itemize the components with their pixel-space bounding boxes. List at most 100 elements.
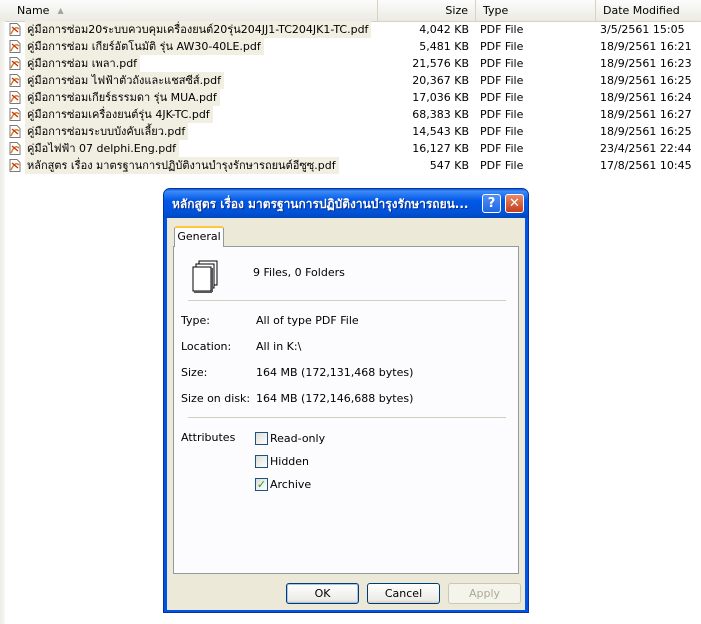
file-date: 18/9/2561 16:25 xyxy=(600,125,692,138)
selection-summary: 9 Files, 0 Folders xyxy=(253,266,345,279)
column-date-header[interactable]: Date Modified xyxy=(596,0,701,21)
pdf-file-icon xyxy=(9,159,21,172)
dialog-title-bar[interactable]: หลักสูตร เรื่อง มาตรฐานการปฏิบัติงานบำรุ… xyxy=(164,189,528,218)
pdf-file-icon xyxy=(9,57,21,70)
file-size: 14,543 KB xyxy=(412,125,469,138)
file-size: 16,127 KB xyxy=(412,142,469,155)
pdf-file-icon xyxy=(9,125,21,138)
tab-general[interactable]: General xyxy=(174,226,224,247)
file-name: หลักสูตร เรื่อง มาตรฐานการปฏิบัติงานบำรุ… xyxy=(25,157,339,174)
file-name: คู่มือการซ่อมระบบบังคับเลี้ยว.pdf xyxy=(25,123,189,140)
file-name: คู่มือการซ่อม ไฟฟ้าตัวถังและแชสซีส์.pdf xyxy=(25,72,224,89)
size-on-disk-value: 164 MB (172,146,688 bytes) xyxy=(256,392,414,405)
file-type: PDF File xyxy=(480,57,524,70)
column-header: Name ▲ Size Type Date Modified xyxy=(0,0,701,22)
size-on-disk-label: Size on disk: xyxy=(181,392,251,405)
file-name: คู่มือการซ่อม20ระบบควบคุมเครื่องยนต์20รุ… xyxy=(25,21,372,38)
read-only-label[interactable]: Read-only xyxy=(270,432,325,445)
file-type: PDF File xyxy=(480,108,524,121)
file-size: 17,036 KB xyxy=(412,91,469,104)
file-row[interactable]: คู่มือการซ่อมเครื่องยนต์รุ่น 4JK-TC.pdf 6… xyxy=(0,106,701,123)
dialog-title: หลักสูตร เรื่อง มาตรฐานการปฏิบัติงานบำรุ… xyxy=(172,197,469,211)
file-name-cell[interactable]: คู่มือการซ่อม เพลา.pdf xyxy=(9,55,141,72)
file-row[interactable]: คู่มือการซ่อมระบบบังคับเลี้ยว.pdf 14,543 … xyxy=(0,123,701,140)
file-row[interactable]: หลักสูตร เรื่อง มาตรฐานการปฏิบัติงานบำรุ… xyxy=(0,157,701,174)
pdf-file-icon xyxy=(9,74,21,87)
file-name: คู่มือการซ่อมเกียร์ธรรมดา รุ่น MUA.pdf xyxy=(25,89,220,106)
file-date: 18/9/2561 16:27 xyxy=(600,108,692,121)
help-button[interactable]: ? xyxy=(482,194,501,213)
location-label: Location: xyxy=(181,340,232,353)
file-size: 68,383 KB xyxy=(412,108,469,121)
type-value: All of type PDF File xyxy=(256,314,359,327)
size-label: Size: xyxy=(181,366,208,379)
file-size: 547 KB xyxy=(429,159,469,172)
pdf-file-icon xyxy=(9,40,21,53)
file-name-cell[interactable]: คู่มือการซ่อมเครื่องยนต์รุ่น 4JK-TC.pdf xyxy=(9,106,213,123)
properties-dialog: หลักสูตร เรื่อง มาตรฐานการปฏิบัติงานบำรุ… xyxy=(163,188,529,613)
close-button[interactable]: ✕ xyxy=(505,194,524,213)
file-row[interactable]: คู่มือการซ่อม เกียร์อัตโนมัติ รุ่น AW30-… xyxy=(0,38,701,55)
checkmark-icon: ✓ xyxy=(256,478,267,491)
file-type: PDF File xyxy=(480,74,524,87)
apply-button[interactable]: Apply xyxy=(448,583,521,604)
divider xyxy=(188,300,506,301)
file-name: คู่มือไฟฟ้า 07 delphi.Eng.pdf xyxy=(25,140,180,157)
file-name-cell[interactable]: คู่มือการซ่อม20ระบบควบคุมเครื่องยนต์20รุ… xyxy=(9,21,372,38)
file-name-cell[interactable]: หลักสูตร เรื่อง มาตรฐานการปฏิบัติงานบำรุ… xyxy=(9,157,339,174)
file-list: คู่มือการซ่อม20ระบบควบคุมเครื่องยนต์20รุ… xyxy=(0,21,701,174)
hidden-checkbox[interactable] xyxy=(255,455,268,468)
file-row[interactable]: คู่มือไฟฟ้า 07 delphi.Eng.pdf 16,127 KB PD… xyxy=(0,140,701,157)
file-size: 20,367 KB xyxy=(412,74,469,87)
file-date: 18/9/2561 16:25 xyxy=(600,74,692,87)
file-name-cell[interactable]: คู่มือการซ่อมระบบบังคับเลี้ยว.pdf xyxy=(9,123,189,140)
file-date: 3/5/2561 15:05 xyxy=(600,23,685,36)
column-type-header[interactable]: Type xyxy=(476,0,596,21)
general-panel: 9 Files, 0 Folders Type: All of type PDF… xyxy=(173,246,519,574)
location-value: All in K:\ xyxy=(256,340,302,353)
file-name-cell[interactable]: คู่มือการซ่อมเกียร์ธรรมดา รุ่น MUA.pdf xyxy=(9,89,220,106)
column-size-header[interactable]: Size xyxy=(378,0,476,21)
ok-button[interactable]: OK xyxy=(286,583,359,604)
file-size: 4,042 KB xyxy=(419,23,469,36)
file-date: 18/9/2561 16:21 xyxy=(600,40,692,53)
file-type: PDF File xyxy=(480,159,524,172)
file-type: PDF File xyxy=(480,91,524,104)
pdf-file-icon xyxy=(9,23,21,36)
pdf-file-icon xyxy=(9,91,21,104)
file-type: PDF File xyxy=(480,142,524,155)
file-type: PDF File xyxy=(480,125,524,138)
file-name-cell[interactable]: คู่มือการซ่อม เกียร์อัตโนมัติ รุ่น AW30-… xyxy=(9,38,264,55)
file-row[interactable]: คู่มือการซ่อม เพลา.pdf 21,576 KB PDF File 1… xyxy=(0,55,701,72)
file-name: คู่มือการซ่อมเครื่องยนต์รุ่น 4JK-TC.pdf xyxy=(25,106,213,123)
file-type: PDF File xyxy=(480,23,524,36)
file-row[interactable]: คู่มือการซ่อมเกียร์ธรรมดา รุ่น MUA.pdf 17… xyxy=(0,89,701,106)
file-row[interactable]: คู่มือการซ่อม20ระบบควบคุมเครื่องยนต์20รุ… xyxy=(0,21,701,38)
file-date: 18/9/2561 16:24 xyxy=(600,91,692,104)
divider xyxy=(188,417,506,418)
cancel-button[interactable]: Cancel xyxy=(367,583,440,604)
file-name: คู่มือการซ่อม เกียร์อัตโนมัติ รุ่น AW30-… xyxy=(25,38,264,55)
file-date: 17/8/2561 10:45 xyxy=(600,159,692,172)
file-date: 18/9/2561 16:23 xyxy=(600,57,692,70)
hidden-label[interactable]: Hidden xyxy=(270,455,309,468)
file-size: 21,576 KB xyxy=(412,57,469,70)
file-row[interactable]: คู่มือการซ่อม ไฟฟ้าตัวถังและแชสซีส์.pdf 2… xyxy=(0,72,701,89)
dialog-client-area: General 9 Files, 0 Folders Type: All of … xyxy=(167,218,525,610)
file-size: 5,481 KB xyxy=(419,40,469,53)
archive-checkbox[interactable]: ✓ xyxy=(255,478,268,491)
file-name-cell[interactable]: คู่มือการซ่อม ไฟฟ้าตัวถังและแชสซีส์.pdf xyxy=(9,72,224,89)
file-type: PDF File xyxy=(480,40,524,53)
file-name-cell[interactable]: คู่มือไฟฟ้า 07 delphi.Eng.pdf xyxy=(9,140,180,157)
file-date: 23/4/2561 22:44 xyxy=(600,142,692,155)
size-value: 164 MB (172,131,468 bytes) xyxy=(256,366,414,379)
pdf-file-icon xyxy=(9,108,21,121)
multiple-files-icon xyxy=(192,260,218,293)
attributes-label: Attributes xyxy=(181,431,236,444)
archive-label[interactable]: Archive xyxy=(270,478,311,491)
read-only-checkbox[interactable] xyxy=(255,432,268,445)
column-name-header[interactable]: Name ▲ xyxy=(0,0,378,21)
type-label: Type: xyxy=(181,314,210,327)
file-name: คู่มือการซ่อม เพลา.pdf xyxy=(25,55,141,72)
sort-ascending-icon: ▲ xyxy=(57,6,64,15)
